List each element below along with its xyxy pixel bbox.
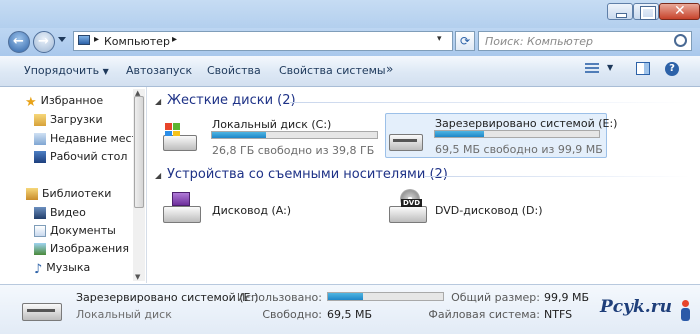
minimize-button[interactable]: [607, 3, 633, 20]
autoplay-button[interactable]: Автозапуск: [126, 64, 192, 77]
nav-desktop-label: Рабочий стол: [50, 150, 128, 163]
drive-e-icon: [389, 123, 423, 153]
change-view-button[interactable]: [585, 63, 599, 75]
group-divider: [425, 176, 690, 177]
desktop-icon: [34, 151, 46, 163]
drive-e-usage-fill: [435, 131, 485, 137]
view-icon: [585, 63, 599, 75]
close-button[interactable]: ✕: [659, 3, 700, 20]
drive-c-usage-fill: [212, 132, 267, 138]
refresh-icon: ⟳: [459, 34, 471, 48]
drive-a-name: Дисковод (A:): [212, 204, 292, 217]
nav-recent-label: Недавние места: [50, 132, 145, 145]
forward-button[interactable]: →: [33, 31, 55, 53]
forward-arrow-icon: →: [38, 34, 49, 49]
details-used-label: Использовано:: [236, 291, 322, 304]
group-header-hard-drives[interactable]: Жесткие диски (2): [167, 93, 296, 108]
floppy-drive-icon: [163, 192, 201, 226]
back-button[interactable]: ←: [8, 31, 30, 53]
close-icon: ✕: [674, 3, 686, 19]
organize-menu[interactable]: Упорядочить ▼: [24, 64, 109, 77]
view-dropdown-icon[interactable]: ▼: [607, 63, 613, 72]
nav-favorites-label: Избранное: [40, 94, 104, 107]
scroll-up-icon[interactable]: ▲: [135, 89, 140, 97]
collapse-removable-icon[interactable]: ◢: [155, 171, 161, 180]
nav-desktop[interactable]: Рабочий стол: [34, 150, 127, 163]
libraries-icon: [26, 188, 38, 200]
back-arrow-icon: ←: [13, 34, 24, 49]
maximize-icon: [640, 6, 656, 20]
organize-dropdown-icon: ▼: [102, 67, 109, 76]
search-input[interactable]: Поиск: Компьютер: [485, 35, 593, 48]
drive-c-name: Локальный диск (C:): [212, 118, 332, 131]
nav-images[interactable]: Изображения: [34, 242, 129, 255]
dvd-drive-icon: DVD: [389, 189, 427, 227]
details-drive-icon: [22, 297, 62, 323]
minimize-icon: [616, 13, 627, 18]
details-fs-label: Файловая система:: [428, 308, 540, 321]
images-icon: [34, 243, 46, 255]
preview-pane-button[interactable]: [636, 62, 650, 75]
nav-libraries-label: Библиотеки: [42, 187, 112, 200]
details-usage-bar: [327, 292, 444, 301]
organize-label: Упорядочить: [24, 64, 100, 77]
documents-icon: [34, 225, 46, 237]
downloads-folder-icon: [34, 114, 46, 126]
details-total-label: Общий размер:: [451, 291, 540, 304]
details-free-label: Свободно:: [262, 308, 322, 321]
recent-pages-dropdown-icon[interactable]: [58, 37, 66, 42]
music-icon: ♪: [34, 262, 43, 277]
nav-scrollbar-thumb[interactable]: [134, 96, 144, 208]
nav-downloads[interactable]: Загрузки: [34, 113, 103, 126]
search-box[interactable]: Поиск: Компьютер: [478, 31, 692, 51]
star-icon: ★: [25, 95, 37, 110]
drive-e-usage-bar: [434, 130, 600, 138]
computer-icon: [78, 35, 90, 45]
nav-music[interactable]: ♪ Музыка: [34, 261, 91, 277]
watermark-figure-icon: [679, 300, 693, 322]
video-icon: [34, 207, 46, 219]
properties-button[interactable]: Свойства: [207, 64, 261, 77]
nav-images-label: Изображения: [50, 242, 129, 255]
drive-e-name: Зарезервировано системой (E:): [435, 117, 618, 130]
help-icon[interactable]: ?: [665, 62, 679, 76]
drive-c-icon: [163, 123, 197, 153]
drive-c-usage-bar: [211, 131, 378, 139]
details-drive-type: Локальный диск: [76, 308, 172, 321]
title-bar: [0, 0, 700, 28]
nav-documents-label: Документы: [50, 224, 116, 237]
more-commands-button[interactable]: »: [386, 62, 393, 76]
drive-e-space: 69,5 МБ свободно из 99,9 МБ: [435, 143, 603, 156]
breadcrumb-separator-icon[interactable]: ▸: [94, 34, 99, 45]
breadcrumb-computer[interactable]: Компьютер: [104, 35, 170, 48]
refresh-button[interactable]: ⟳: [455, 31, 475, 51]
nav-recent-places[interactable]: Недавние места: [34, 132, 145, 145]
system-properties-button[interactable]: Свойства системы: [279, 64, 386, 77]
nav-music-label: Музыка: [46, 261, 91, 274]
nav-video[interactable]: Видео: [34, 206, 86, 219]
nav-downloads-label: Загрузки: [50, 113, 103, 126]
nav-video-label: Видео: [50, 206, 86, 219]
address-history-dropdown-icon[interactable]: ▾: [437, 34, 442, 44]
nav-libraries[interactable]: Библиотеки: [26, 187, 111, 200]
details-free-value: 69,5 МБ: [327, 308, 373, 321]
drive-d-name: DVD-дисковод (D:): [435, 204, 543, 217]
details-fs-value: NTFS: [544, 308, 573, 321]
group-header-removable[interactable]: Устройства со съемными носителями (2): [167, 167, 448, 182]
nav-documents[interactable]: Документы: [34, 224, 116, 237]
group-divider: [290, 102, 690, 103]
recent-places-icon: [34, 133, 46, 145]
address-bar[interactable]: ▸ Компьютер ▸ ▾: [73, 31, 453, 51]
details-total-value: 99,9 МБ: [544, 291, 590, 304]
site-watermark-logo: Pcyk.ru: [600, 297, 673, 317]
scroll-down-icon[interactable]: ▼: [135, 273, 140, 281]
maximize-button[interactable]: [633, 3, 659, 20]
search-icon[interactable]: [674, 34, 687, 47]
nav-favorites[interactable]: ★ Избранное: [25, 94, 104, 110]
details-usage-fill: [328, 293, 363, 300]
drive-c-space: 26,8 ГБ свободно из 39,8 ГБ: [212, 144, 375, 157]
breadcrumb-chevron-icon[interactable]: ▸: [172, 34, 177, 45]
collapse-hard-drives-icon[interactable]: ◢: [155, 97, 161, 106]
